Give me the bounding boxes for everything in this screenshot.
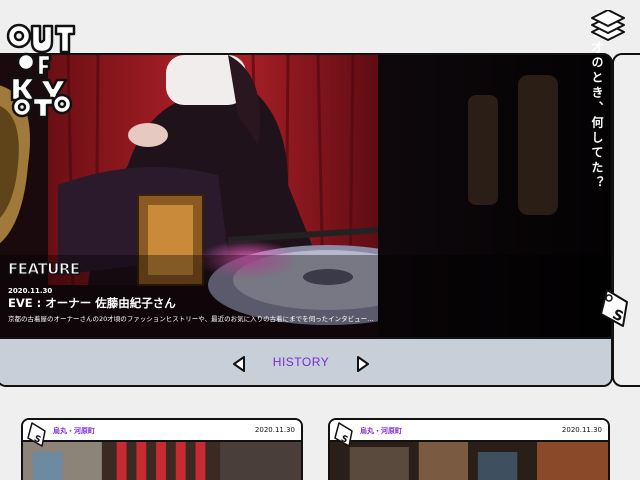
history-link[interactable]: HISTORY [268,355,334,369]
hero-slider[interactable]: FEATURE 2020.11.30 EVE : オーナー 佐藤由紀子さん 京都… [0,53,613,387]
article-card[interactable]: 烏丸・河原町 2020.11.30 S [21,418,303,480]
card-photo[interactable] [23,442,301,480]
triangle-left-icon[interactable] [232,356,246,372]
card-location[interactable]: 烏丸・河原町 [53,426,95,436]
card-date: 2020.11.30 [254,426,295,434]
layers-stack-icon[interactable] [588,10,628,46]
s-tag-icon: S [334,422,353,447]
triangle-right-icon[interactable] [356,356,370,372]
slider-nav: HISTORY [0,337,611,385]
hero-description: 京都の古着屋のオーナーさんの20才頃のファッションヒストリーや、最近のお気に入り… [8,315,374,323]
article-card[interactable]: 烏丸・河原町 2020.11.30 S [328,418,610,480]
card-header: 烏丸・河原町 2020.11.30 [23,420,301,442]
card-photo[interactable] [330,442,608,480]
card-location[interactable]: 烏丸・河原町 [360,426,402,436]
site-logo[interactable] [6,22,76,118]
s-tag-icon[interactable]: S [597,288,633,330]
s-tag-icon: S [27,422,46,447]
card-header: 烏丸・河原町 2020.11.30 [330,420,608,442]
hero-photo[interactable]: FEATURE 2020.11.30 EVE : オーナー 佐藤由紀子さん 京都… [0,55,611,337]
card-date: 2020.11.30 [561,426,602,434]
sidebar-tab[interactable] [612,53,640,387]
hero-date: 2020.11.30 [8,287,53,295]
hero-title[interactable]: EVE : オーナー 佐藤由紀子さん [8,295,176,311]
feature-badge: FEATURE [8,260,81,279]
